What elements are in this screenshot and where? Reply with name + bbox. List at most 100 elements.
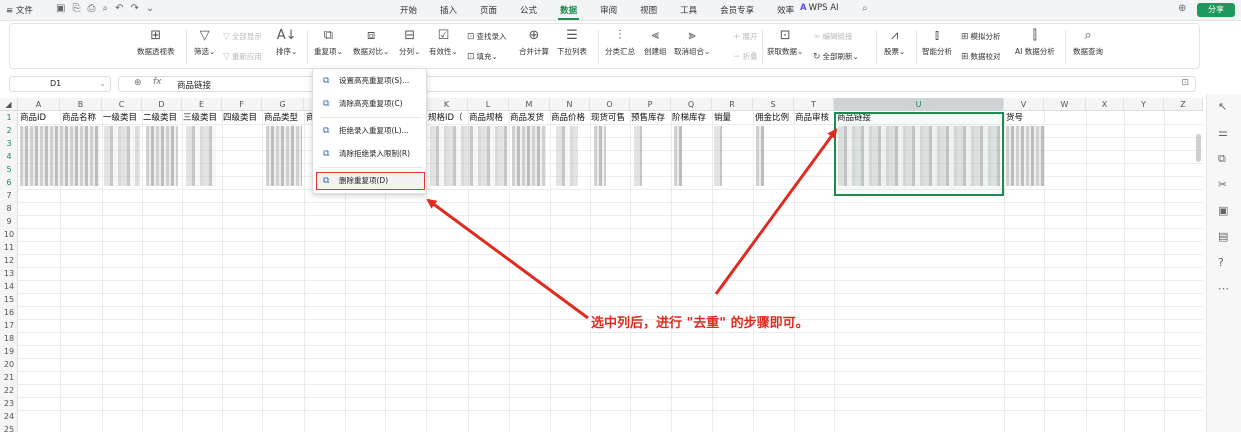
- pivot-table-button[interactable]: ⊞ 数据透视表: [137, 28, 175, 57]
- spreadsheet-grid[interactable]: ◢ A B C D E F G H I J K L M N O P Q R S …: [0, 98, 1203, 432]
- row-header[interactable]: 11: [0, 241, 18, 254]
- tab-view[interactable]: 视图: [640, 4, 657, 16]
- expand-formula-icon[interactable]: ⊡: [1181, 78, 1189, 88]
- header-cell[interactable]: 商品类型: [264, 112, 304, 124]
- tab-efficiency[interactable]: 效率: [777, 4, 794, 16]
- header-cell[interactable]: 商品规格: [469, 112, 509, 124]
- formula-input[interactable]: ⊕ fx 商品链接 ⊡: [118, 76, 1196, 92]
- header-cell[interactable]: 商品审核: [795, 112, 834, 124]
- adjust-icon[interactable]: ⚌: [1218, 126, 1228, 140]
- row-header[interactable]: 19: [0, 345, 18, 358]
- fx-icon[interactable]: fx: [153, 77, 162, 87]
- column-header[interactable]: E: [182, 98, 222, 111]
- more-icon[interactable]: ⋯: [1218, 282, 1229, 296]
- edit-links-button[interactable]: ∞ 编辑链接: [813, 31, 853, 42]
- header-cell[interactable]: 商品发货: [510, 112, 550, 124]
- header-cell[interactable]: 规格ID（: [428, 112, 468, 124]
- column-header[interactable]: Q: [671, 98, 712, 111]
- create-group-button[interactable]: ⫷ 创建组: [644, 28, 667, 57]
- tab-insert[interactable]: 插入: [440, 4, 457, 16]
- row-header[interactable]: 3: [0, 137, 18, 150]
- header-cell[interactable]: 商品名称: [62, 112, 102, 124]
- ai-analysis-button[interactable]: ⫿ AI 数据分析: [1015, 28, 1055, 57]
- vertical-scrollbar[interactable]: [1196, 134, 1201, 162]
- book-icon[interactable]: ▤: [1218, 230, 1228, 244]
- data-check-button[interactable]: ⊞ 数据校对: [961, 51, 1001, 62]
- tab-tools[interactable]: 工具: [680, 4, 697, 16]
- menu-item-delete-duplicates[interactable]: ⧉ 删除重复项(D): [316, 172, 425, 190]
- data-query-button[interactable]: ⌕ 数据查询: [1073, 28, 1103, 57]
- name-box[interactable]: D1 ⌄: [9, 76, 111, 92]
- subtotal-button[interactable]: ⫶ 分类汇总: [605, 28, 635, 57]
- row-header[interactable]: 2: [0, 124, 18, 137]
- header-cell[interactable]: 现货可售: [591, 112, 630, 124]
- row-header[interactable]: 10: [0, 228, 18, 241]
- compare-button[interactable]: ⧈ 数据对比⌄: [353, 28, 389, 57]
- reapply-button[interactable]: ▽ 重新应用: [223, 51, 262, 62]
- column-header[interactable]: O: [590, 98, 630, 111]
- row-header[interactable]: 18: [0, 332, 18, 345]
- search-icon[interactable]: ⌕: [862, 3, 868, 14]
- print-icon[interactable]: ⎙: [87, 3, 95, 14]
- merge-calc-button[interactable]: ⊕ 合并计算: [519, 28, 549, 57]
- row-header[interactable]: 15: [0, 293, 18, 306]
- smart-analysis-button[interactable]: ⫾ 智能分析: [922, 28, 952, 57]
- cloud-sync-icon[interactable]: ⊕: [1178, 3, 1186, 14]
- column-header[interactable]: V: [1004, 98, 1044, 111]
- help-icon[interactable]: ?: [1218, 256, 1224, 270]
- menu-item-reject-duplicates[interactable]: ⧉ 拒绝录入重复项(L)...: [317, 123, 424, 139]
- row-header[interactable]: 4: [0, 150, 18, 163]
- select-all-corner[interactable]: ◢: [0, 98, 18, 111]
- chevron-down-icon[interactable]: ⌄: [99, 77, 106, 91]
- undo-icon[interactable]: ↶: [115, 3, 123, 14]
- refresh-all-button[interactable]: ↻ 全部刷新⌄: [813, 51, 859, 62]
- find-entry-button[interactable]: ⊡ 查找录入: [467, 31, 507, 42]
- copy-icon[interactable]: ⧉: [1218, 152, 1226, 166]
- row-header[interactable]: 13: [0, 267, 18, 280]
- column-header[interactable]: X: [1086, 98, 1124, 111]
- header-cell[interactable]: 三级类目: [183, 112, 222, 124]
- expand-button[interactable]: + 展开: [733, 31, 758, 42]
- row-header[interactable]: 22: [0, 384, 18, 397]
- menu-item-clear-reject[interactable]: ⧉ 清除拒绝录入限制(R): [317, 146, 424, 162]
- tab-data[interactable]: 数据: [558, 4, 580, 20]
- tab-formula[interactable]: 公式: [520, 4, 537, 16]
- column-header[interactable]: G: [262, 98, 304, 111]
- share-button[interactable]: 分享: [1197, 3, 1235, 17]
- row-header[interactable]: 20: [0, 358, 18, 371]
- fill-button[interactable]: ⊡ 填充⌄: [467, 51, 498, 62]
- column-header[interactable]: P: [630, 98, 671, 111]
- header-cell[interactable]: 销量: [714, 112, 753, 124]
- image-icon[interactable]: ▣: [1218, 204, 1228, 218]
- show-all-button[interactable]: ▽ 全部显示: [223, 31, 262, 42]
- row-header[interactable]: 16: [0, 306, 18, 319]
- column-header[interactable]: S: [753, 98, 794, 111]
- header-cell[interactable]: 商品价格: [551, 112, 590, 124]
- row-header[interactable]: 5: [0, 163, 18, 176]
- column-header-selected[interactable]: U: [834, 98, 1004, 111]
- row-header[interactable]: 21: [0, 371, 18, 384]
- header-cell[interactable]: 货号: [1006, 112, 1044, 124]
- collapse-button[interactable]: − 折叠: [733, 51, 758, 62]
- split-column-button[interactable]: ⊟ 分列⌄: [399, 28, 420, 57]
- new-icon[interactable]: ⎘: [72, 3, 80, 14]
- column-header[interactable]: C: [102, 98, 142, 111]
- row-header[interactable]: 1: [0, 111, 18, 124]
- row-header[interactable]: 12: [0, 254, 18, 267]
- file-menu[interactable]: ≡ 文件: [6, 4, 33, 16]
- wps-ai-button[interactable]: A WPS AI: [800, 3, 839, 13]
- tools-icon[interactable]: ✂: [1218, 178, 1227, 192]
- column-header[interactable]: M: [509, 98, 550, 111]
- redo-icon[interactable]: ↷: [130, 3, 138, 14]
- dropdown-list-button[interactable]: ☰ 下拉列表: [557, 28, 587, 57]
- tab-review[interactable]: 审阅: [600, 4, 617, 16]
- zoom-icon[interactable]: ⊕: [134, 78, 142, 88]
- row-header[interactable]: 6: [0, 176, 18, 189]
- column-header[interactable]: T: [794, 98, 834, 111]
- preview-icon[interactable]: ⌕: [102, 3, 108, 14]
- column-header[interactable]: Z: [1164, 98, 1203, 111]
- column-header[interactable]: K: [426, 98, 468, 111]
- header-cell[interactable]: 一级类目: [103, 112, 142, 124]
- row-header[interactable]: 14: [0, 280, 18, 293]
- column-header[interactable]: R: [712, 98, 753, 111]
